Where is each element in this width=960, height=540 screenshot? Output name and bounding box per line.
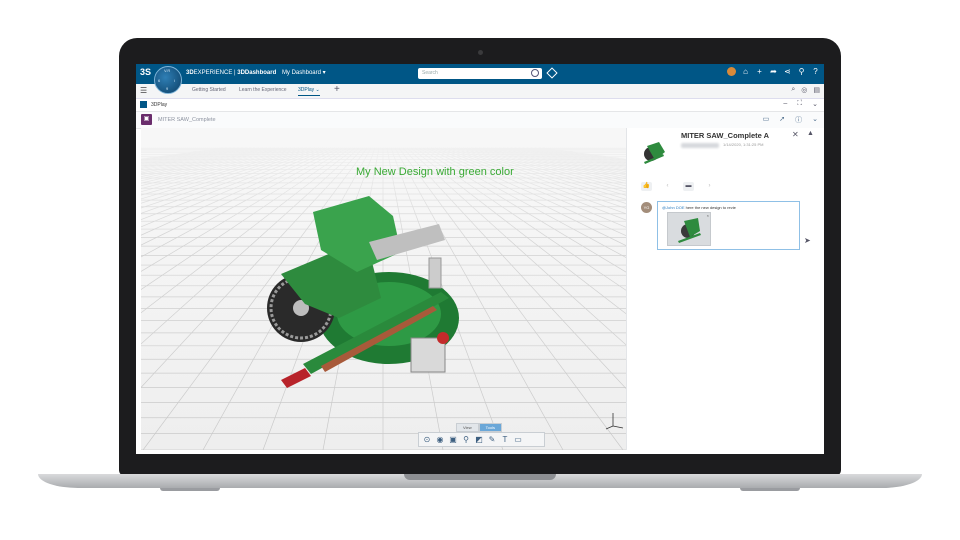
section-icon[interactable]: ◩ xyxy=(474,435,484,445)
bell-icon[interactable]: ⌂ xyxy=(741,67,750,76)
separator-icon: › xyxy=(708,183,711,189)
laptop-notch xyxy=(404,474,556,480)
top-bar: 3S V.R 6 i 9 3DEXPERIENCE | 3DDashboard … xyxy=(136,64,824,94)
share-icon[interactable]: ➚ xyxy=(779,115,785,125)
search-input[interactable]: Search xyxy=(418,68,542,79)
search-icon[interactable]: ⌕ xyxy=(791,86,795,94)
compass-icon[interactable]: V.R 6 i 9 xyxy=(154,66,182,94)
zoom-icon[interactable]: ⚲ xyxy=(461,435,471,445)
text-icon[interactable]: T xyxy=(500,435,510,445)
brand: 3DEXPERIENCE | 3DDashboard My Dashboard … xyxy=(186,69,326,76)
tab-tools[interactable]: Tools xyxy=(478,423,502,432)
separator-icon: ‹ xyxy=(666,183,669,189)
like-icon[interactable]: 👍 xyxy=(641,182,652,191)
attachment-image xyxy=(678,218,701,243)
chevron-down-icon[interactable]: ⌄ xyxy=(812,115,818,125)
3d-viewport[interactable]: My New Design with green color View Tool… xyxy=(141,128,626,450)
fit-icon[interactable]: ▣ xyxy=(448,435,458,445)
brand-text: EXPERIENCE | xyxy=(193,70,238,76)
chat-icon[interactable]: ▤ xyxy=(813,86,820,94)
remove-attachment-icon[interactable]: × xyxy=(707,213,709,218)
plus-icon[interactable]: + xyxy=(755,67,764,76)
tab-learn-experience[interactable]: Learn the Experience xyxy=(239,87,287,93)
share-icon[interactable]: ➦ xyxy=(769,67,778,76)
hold-down xyxy=(428,257,442,289)
close-icon[interactable]: ✕ xyxy=(792,130,799,139)
panel-actions: 👍 ‹ ▬ › xyxy=(641,182,715,191)
widget-controls: – ⛶ ⌄ xyxy=(783,100,818,108)
knob-red xyxy=(437,332,449,344)
mention[interactable]: @John DOE xyxy=(662,205,685,210)
tab-bar: ☰ Getting Started Learn the Experience 3… xyxy=(136,84,824,99)
model-thumbnail[interactable] xyxy=(641,140,667,166)
document-controls: ▭ ➚ ⓘ ⌄ xyxy=(763,115,818,125)
chevron-down-icon[interactable]: ⌄ xyxy=(812,100,818,108)
send-icon[interactable]: ➤ xyxy=(804,236,811,245)
comment-icon[interactable]: ▭ xyxy=(513,435,523,445)
view-toolbar: ⊙ ◉ ▣ ⚲ ◩ ✎ T ▭ xyxy=(418,432,545,447)
tag-icon[interactable] xyxy=(546,67,558,79)
panel-title: MITER SAW_Complete A xyxy=(681,131,770,140)
dashboard-name: My Dashboard xyxy=(281,70,321,76)
widget-logo-icon xyxy=(140,101,147,108)
chevron-down-icon: ▾ xyxy=(322,70,326,76)
minimize-icon[interactable]: – xyxy=(783,100,787,108)
select-icon[interactable]: ⊙ xyxy=(422,435,432,445)
search-icon[interactable] xyxy=(531,69,539,77)
network-icon[interactable]: ⋖ xyxy=(783,67,792,76)
miter-saw-model[interactable] xyxy=(261,188,501,418)
tab-getting-started[interactable]: Getting Started xyxy=(192,87,226,93)
compass-label-left: 6 xyxy=(158,78,161,83)
tab-view[interactable]: View xyxy=(456,423,479,432)
camera xyxy=(478,50,483,55)
search-placeholder: Search xyxy=(422,70,438,76)
design-annotation: My New Design with green color xyxy=(356,166,514,178)
play-app-icon: ▣ xyxy=(141,114,152,125)
top-icons: ⌂ + ➦ ⋖ ⚲ ? xyxy=(727,67,820,76)
app-name: 3DDashboard xyxy=(237,70,277,76)
hamburger-icon[interactable]: ☰ xyxy=(140,86,147,95)
comment-icon[interactable]: ▬ xyxy=(683,182,694,191)
axis-triad-icon xyxy=(605,413,624,430)
social-panel: MITER SAW_Complete A 1/14/2020, 1:31:25 … xyxy=(626,128,824,450)
user-avatar[interactable] xyxy=(727,67,736,76)
panel-timestamp: 1/14/2020, 1:31:25 PM xyxy=(723,142,764,147)
comment-text: @John DOE here the new design to revie xyxy=(662,205,736,210)
author-name-redacted xyxy=(681,143,719,148)
antenna-icon[interactable]: ⚲ xyxy=(797,67,806,76)
view-icon[interactable]: ◎ xyxy=(801,86,807,94)
tab-3dplay-label: 3DPlay xyxy=(298,87,315,93)
comment-body: here the new design to revie xyxy=(684,205,736,210)
widget-header: 3DPlay – ⛶ ⌄ xyxy=(136,99,824,112)
tabbar-tools: ⌕ ◎ ▤ xyxy=(791,86,820,94)
chevron-down-icon[interactable]: ⌄ xyxy=(316,87,320,93)
attachment-thumbnail[interactable]: × xyxy=(667,212,711,246)
maximize-icon[interactable]: ⛶ xyxy=(797,100,802,108)
compass-label-right: i xyxy=(174,78,175,83)
add-tab-button[interactable]: + xyxy=(334,84,340,95)
compass-label-top: V.R xyxy=(164,68,171,73)
help-icon[interactable]: ? xyxy=(811,67,820,76)
collapse-icon[interactable]: ▲ xyxy=(807,130,814,137)
document-header: ▣ MITER SAW_Complete ▭ ➚ ⓘ ⌄ xyxy=(136,112,824,129)
handle-red xyxy=(281,368,311,388)
visibility-icon[interactable]: ◉ xyxy=(435,435,445,445)
laptop-foot-left xyxy=(160,488,220,491)
toolbar-tabs: View Tools xyxy=(456,423,502,432)
ds-logo: 3S xyxy=(140,67,152,77)
comment-input[interactable]: @John DOE here the new design to revie × xyxy=(657,201,800,250)
pen-icon[interactable]: ✎ xyxy=(487,435,497,445)
avatar: YG xyxy=(641,202,652,213)
screen: 3S V.R 6 i 9 3DEXPERIENCE | 3DDashboard … xyxy=(136,64,824,454)
laptop-foot-right xyxy=(740,488,800,491)
dashboard-selector[interactable]: My Dashboard ▾ xyxy=(282,70,326,76)
tab-3dplay[interactable]: 3DPlay ⌄ xyxy=(298,87,320,96)
brand-bold: 3D xyxy=(186,70,194,76)
widget-title: 3DPlay xyxy=(151,102,168,108)
document-title: MITER SAW_Complete xyxy=(158,117,216,123)
info-icon[interactable]: ⓘ xyxy=(795,115,802,125)
compass-label-bottom: 9 xyxy=(166,86,169,91)
comment-icon[interactable]: ▭ xyxy=(763,115,770,125)
